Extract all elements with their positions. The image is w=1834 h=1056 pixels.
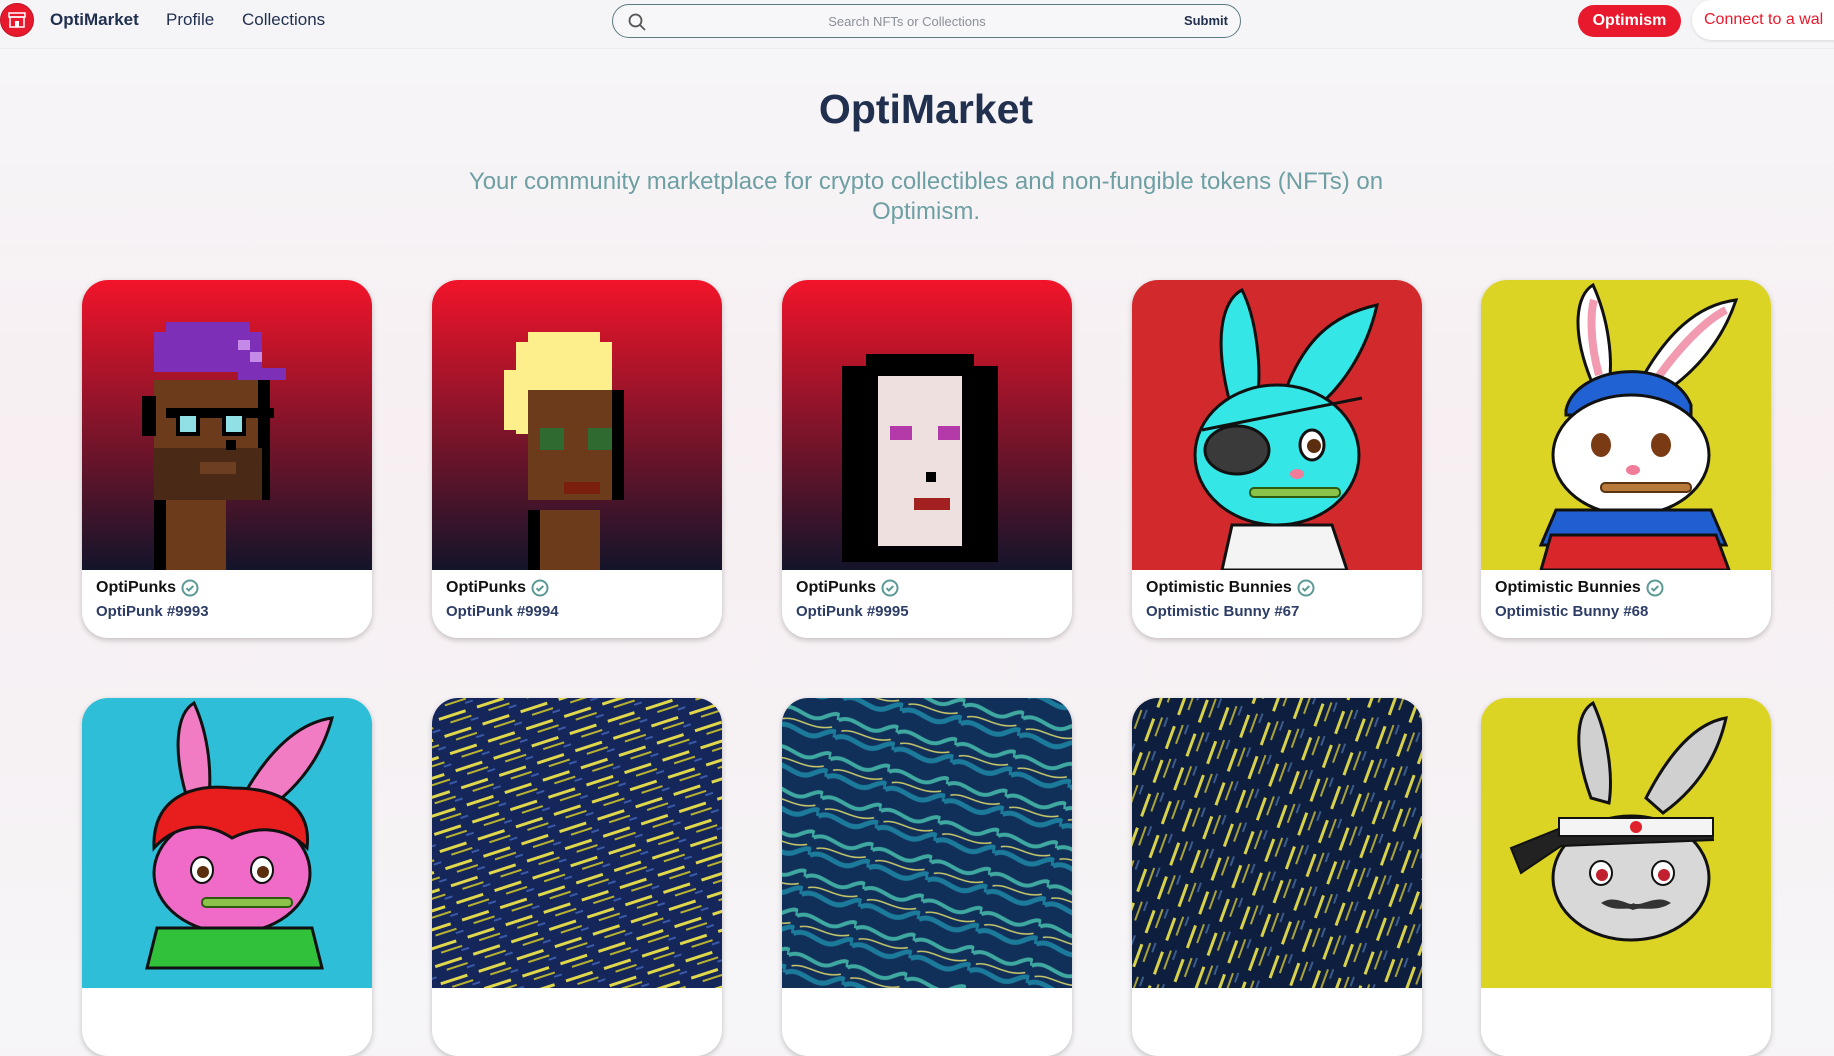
token-name[interactable]: OptiPunk #9993 xyxy=(96,603,362,620)
nft-image[interactable] xyxy=(1481,698,1771,988)
nft-image[interactable] xyxy=(432,280,722,570)
page-subtitle: Your community marketplace for crypto co… xyxy=(468,168,1384,225)
nft-card[interactable] xyxy=(432,698,722,1056)
nft-card[interactable] xyxy=(1132,698,1422,1056)
storefront-logo-icon[interactable] xyxy=(0,3,34,37)
token-name[interactable]: Optimistic Bunny #68 xyxy=(1495,603,1761,620)
verified-check-icon xyxy=(881,579,899,597)
nav-profile-link[interactable]: Profile xyxy=(166,10,214,30)
nft-image[interactable] xyxy=(82,698,372,988)
nft-card[interactable]: OptiPunks OptiPunk #9994 xyxy=(432,280,722,638)
nft-card[interactable]: OptiPunks OptiPunk #9993 xyxy=(82,280,372,638)
nft-image[interactable] xyxy=(782,698,1072,988)
nav-collections-link[interactable]: Collections xyxy=(242,10,325,30)
collection-name[interactable]: Optimistic Bunnies xyxy=(1495,579,1761,597)
token-name[interactable]: OptiPunk #9994 xyxy=(446,603,712,620)
verified-check-icon xyxy=(1297,579,1315,597)
collection-name[interactable]: OptiPunks xyxy=(446,579,712,597)
connect-wallet-button[interactable]: Connect to a wal xyxy=(1692,0,1834,40)
network-button[interactable]: Optimism xyxy=(1578,5,1681,37)
nft-card[interactable] xyxy=(782,698,1072,1056)
collection-name[interactable]: OptiPunks xyxy=(96,579,362,597)
top-navbar: OptiMarket Profile Collections Submit Op… xyxy=(0,0,1834,49)
nft-image[interactable] xyxy=(82,280,372,570)
nft-image[interactable] xyxy=(1481,280,1771,570)
nft-card[interactable] xyxy=(1481,698,1771,1056)
nft-image[interactable] xyxy=(782,280,1072,570)
token-name[interactable]: OptiPunk #9995 xyxy=(796,603,1062,620)
collection-name[interactable]: Optimistic Bunnies xyxy=(1146,579,1412,597)
nft-card[interactable]: Optimistic Bunnies Optimistic Bunny #67 xyxy=(1132,280,1422,638)
nft-card[interactable]: Optimistic Bunnies Optimistic Bunny #68 xyxy=(1481,280,1771,638)
search-bar: Submit xyxy=(612,4,1241,38)
collection-name[interactable]: OptiPunks xyxy=(796,579,1062,597)
nft-image[interactable] xyxy=(432,698,722,988)
search-submit-button[interactable]: Submit xyxy=(1184,13,1228,28)
nft-image[interactable] xyxy=(1132,698,1422,988)
nft-card[interactable]: OptiPunks OptiPunk #9995 xyxy=(782,280,1072,638)
search-icon xyxy=(628,13,646,31)
verified-check-icon xyxy=(181,579,199,597)
verified-check-icon xyxy=(531,579,549,597)
page-title: OptiMarket xyxy=(818,86,1034,132)
nft-image[interactable] xyxy=(1132,280,1422,570)
brand-link[interactable]: OptiMarket xyxy=(50,10,139,30)
token-name[interactable]: Optimistic Bunny #67 xyxy=(1146,603,1412,620)
nft-card[interactable] xyxy=(82,698,372,1056)
search-input[interactable] xyxy=(657,9,1157,33)
verified-check-icon xyxy=(1646,579,1664,597)
